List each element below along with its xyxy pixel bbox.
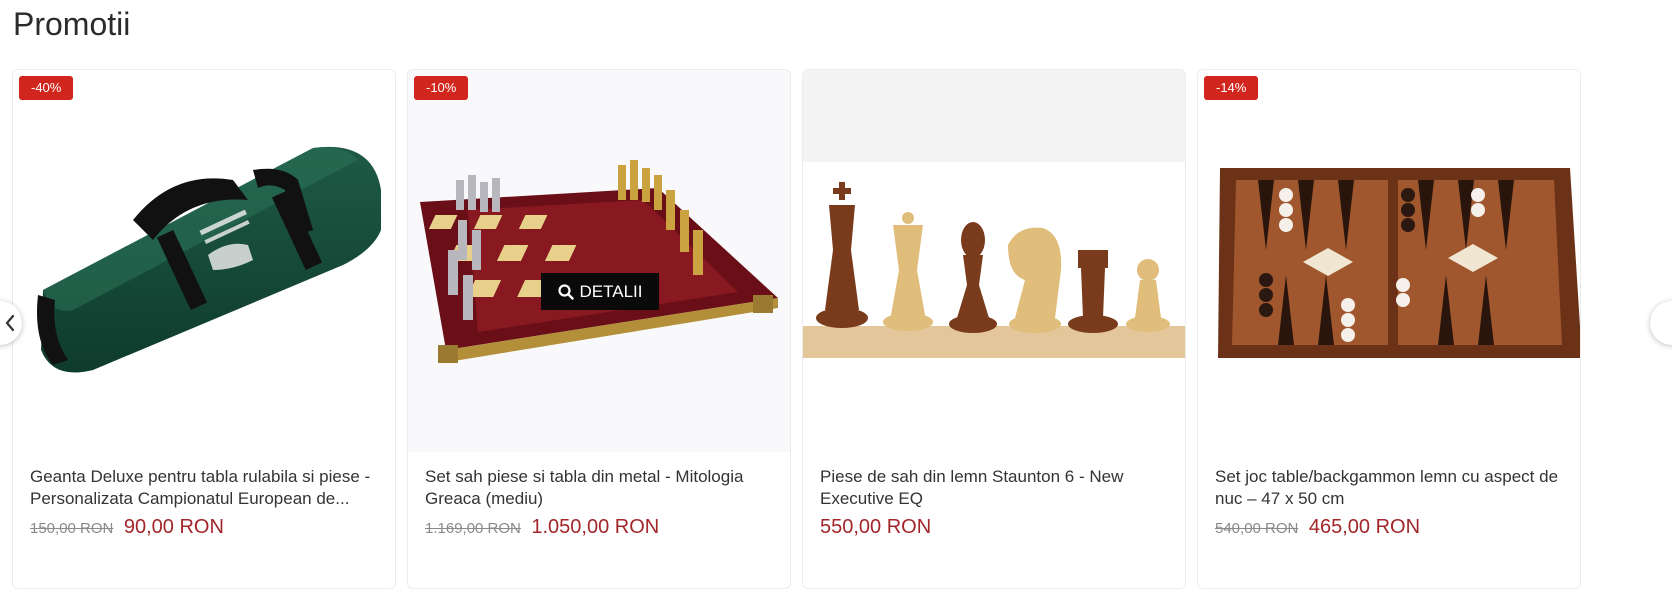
product-card[interactable]: -14% Set joc table/backgammon lemn cu as… bbox=[1197, 69, 1581, 589]
discount-badge: -40% bbox=[19, 76, 74, 100]
green-bag-image bbox=[37, 146, 381, 373]
old-price: 150,00 RON bbox=[30, 520, 114, 537]
discount-badge: -10% bbox=[414, 76, 469, 100]
product-image[interactable] bbox=[13, 70, 395, 452]
product-title[interactable]: Set sah piese si tabla din metal - Mitol… bbox=[425, 466, 780, 510]
metal-chess-set-image bbox=[408, 70, 790, 452]
search-icon bbox=[557, 283, 574, 300]
price-row: 540,00 RON 465,00 RON bbox=[1215, 516, 1420, 539]
product-card[interactable]: Piese de sah din lemn Staunton 6 - New E… bbox=[802, 69, 1186, 589]
backgammon-board-image bbox=[1218, 168, 1580, 358]
product-carousel: -40% Geanta Deluxe pentru tabla rulabila… bbox=[0, 69, 1672, 589]
details-label: DETALII bbox=[579, 281, 643, 301]
current-price: 550,00 RON bbox=[820, 516, 932, 538]
section-title: Promotii bbox=[13, 6, 131, 42]
chevron-left-icon bbox=[5, 314, 15, 332]
current-price: 1.050,00 RON bbox=[531, 516, 660, 538]
product-card[interactable]: -10% DETALII Set sah piese si tabla din … bbox=[407, 69, 791, 589]
product-title[interactable]: Set joc table/backgammon lemn cu aspect … bbox=[1215, 466, 1570, 510]
old-price: 1.169,00 RON bbox=[425, 520, 521, 537]
product-image[interactable] bbox=[803, 70, 1185, 452]
price-row: 1.169,00 RON 1.050,00 RON bbox=[425, 516, 659, 539]
old-price: 540,00 RON bbox=[1215, 520, 1299, 537]
current-price: 90,00 RON bbox=[123, 516, 224, 538]
wooden-chess-pieces-image bbox=[803, 70, 1185, 358]
price-row: 150,00 RON 90,00 RON bbox=[30, 516, 224, 539]
product-title[interactable]: Piese de sah din lemn Staunton 6 - New E… bbox=[820, 466, 1175, 510]
details-button[interactable]: DETALII bbox=[541, 273, 659, 310]
product-title[interactable]: Geanta Deluxe pentru tabla rulabila si p… bbox=[30, 466, 385, 510]
product-image[interactable] bbox=[408, 70, 790, 452]
product-image[interactable] bbox=[1198, 70, 1580, 452]
current-price: 465,00 RON bbox=[1308, 516, 1421, 538]
discount-badge: -14% bbox=[1204, 76, 1259, 100]
product-card[interactable]: -40% Geanta Deluxe pentru tabla rulabila… bbox=[12, 69, 396, 589]
price-row: 550,00 RON bbox=[820, 516, 931, 539]
